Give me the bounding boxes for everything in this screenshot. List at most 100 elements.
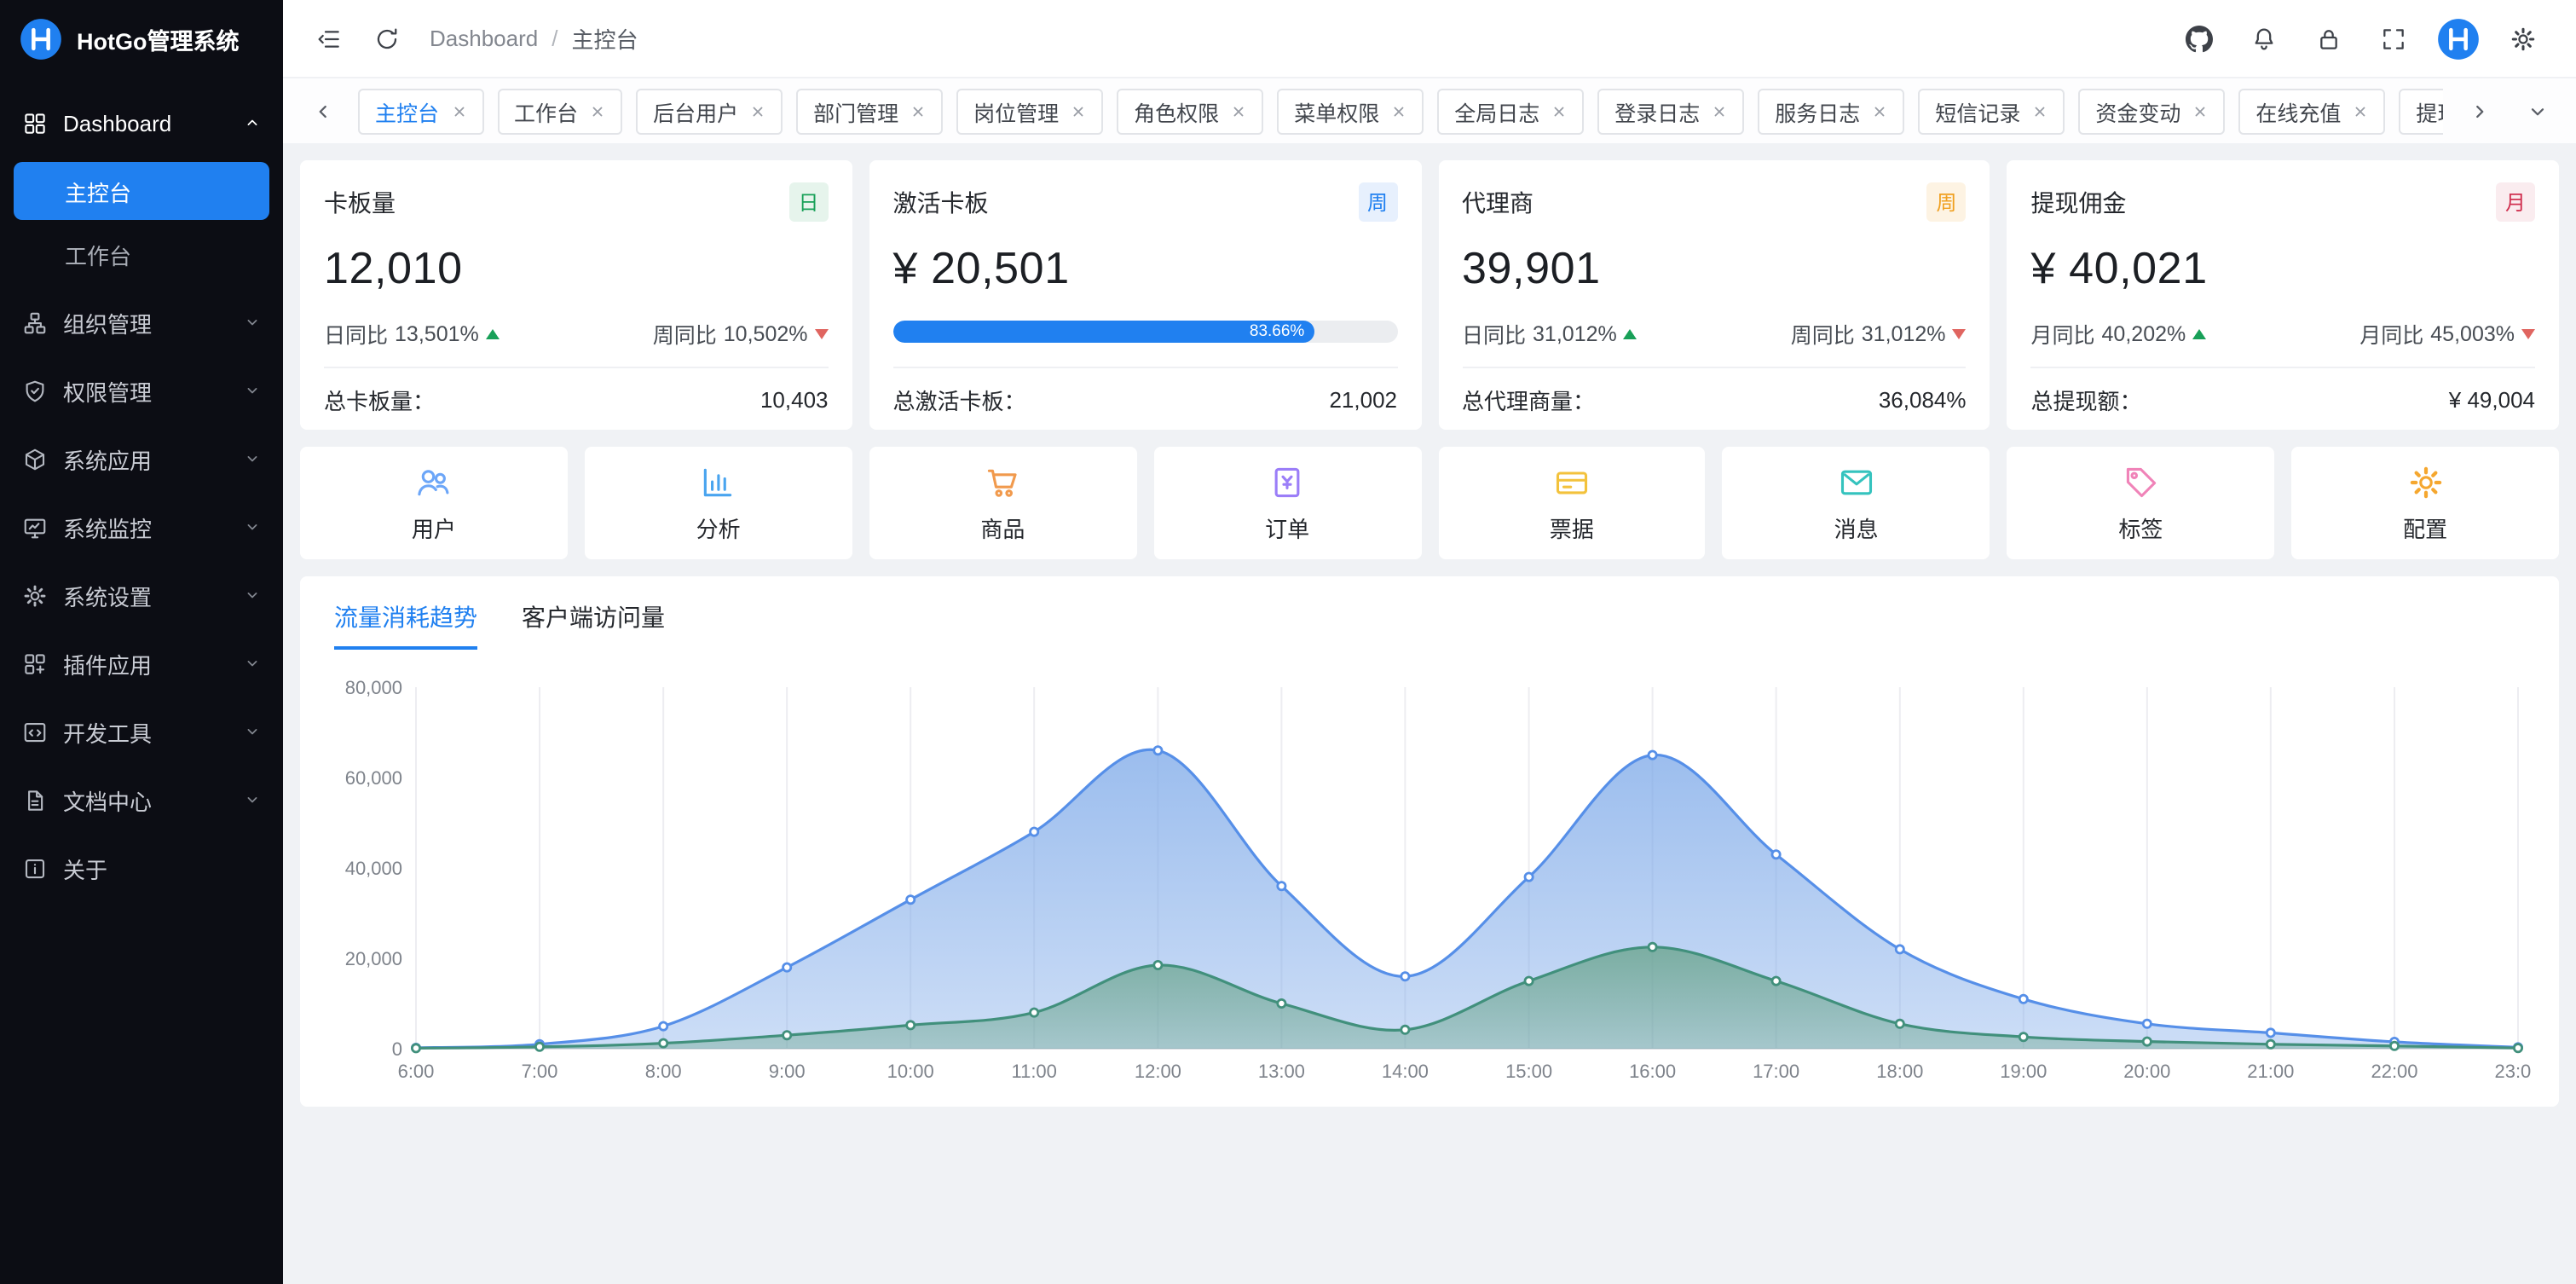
svg-text:20:00: 20:00 [2123, 1061, 2170, 1082]
tab-label: 部门管理 [813, 95, 898, 127]
tab-departments[interactable]: 部门管理 [796, 88, 943, 134]
trend-down-icon [815, 328, 829, 338]
tab-close-icon[interactable] [750, 103, 765, 119]
sidebar-item-system-settings[interactable]: 系统设置 [0, 561, 283, 629]
tab-label: 岗位管理 [973, 95, 1059, 127]
config-gear-icon [2406, 463, 2444, 500]
tab-roles[interactable]: 角色权限 [1117, 88, 1263, 134]
sidebar-item-plugins[interactable]: 插件应用 [0, 629, 283, 697]
svg-text:7:00: 7:00 [522, 1061, 558, 1082]
bell-icon[interactable] [2238, 13, 2290, 64]
refresh-icon[interactable] [361, 13, 413, 64]
quick-action-label: 分析 [696, 511, 741, 543]
tab-close-icon[interactable] [1712, 103, 1727, 119]
tab-menu-perms[interactable]: 菜单权限 [1277, 88, 1424, 134]
sidebar-subitem-workbench[interactable]: 工作台 [14, 225, 269, 283]
quick-action-config[interactable]: 配置 [2291, 447, 2559, 559]
tab-close-icon[interactable] [1872, 103, 1887, 119]
stat-metric: 月同比45,003% [2359, 317, 2535, 350]
tab-service-log[interactable]: 服务日志 [1758, 88, 1904, 134]
svg-text:23:00: 23:00 [2494, 1061, 2532, 1082]
github-icon[interactable] [2174, 13, 2225, 64]
tab-online-recharge[interactable]: 在线充值 [2238, 88, 2385, 134]
sidebar-subitem-label: 工作台 [65, 238, 131, 270]
metric-label: 周同比 [653, 317, 717, 350]
sidebar-item-about[interactable]: 关于 [0, 834, 283, 902]
menu-collapse-icon[interactable] [303, 13, 355, 64]
tab-login-log[interactable]: 登录日志 [1597, 88, 1744, 134]
lock-icon[interactable] [2303, 13, 2354, 64]
stat-footer-value: 36,084% [1879, 386, 1967, 412]
tab-sms-records[interactable]: 短信记录 [1918, 88, 2065, 134]
tab-admin-users[interactable]: 后台用户 [636, 88, 783, 134]
tab-fund-changes[interactable]: 资金变动 [2078, 88, 2225, 134]
tabs-menu-button[interactable] [2515, 89, 2559, 133]
sidebar: HotGo管理系统 Dashboard 主控台工作台组织管理权限管理系统应用系统监… [0, 0, 283, 1284]
tag-icon [2122, 463, 2159, 500]
chart-tab-client-visits[interactable]: 客户端访问量 [522, 600, 665, 650]
metric-label: 日同比 [324, 317, 388, 350]
plugin-icon [22, 651, 48, 676]
stat-card-title: 卡板量 [324, 185, 396, 219]
tab-close-icon[interactable] [590, 103, 605, 119]
tab-close-icon[interactable] [2032, 103, 2048, 119]
sidebar-item-system-monitor[interactable]: 系统监控 [0, 493, 283, 561]
tabs-scroll-right-button[interactable] [2457, 89, 2501, 133]
fullscreen-icon[interactable] [2368, 13, 2419, 64]
tab-posts[interactable]: 岗位管理 [956, 88, 1103, 134]
sidebar-item-docs[interactable]: 文档中心 [0, 766, 283, 834]
app-logo[interactable]: HotGo管理系统 [0, 0, 283, 78]
tab-close-icon[interactable] [1231, 103, 1246, 119]
order-icon [1268, 463, 1306, 500]
avatar[interactable] [2433, 13, 2484, 64]
tab-label: 主控台 [375, 95, 439, 127]
quick-action-goods[interactable]: 商品 [869, 447, 1137, 559]
stat-metric: 月同比40,202% [2031, 317, 2207, 350]
tab-close-icon[interactable] [451, 103, 466, 119]
tab-withdraw-mgmt[interactable]: 提现管理 [2399, 88, 2443, 134]
tab-close-icon[interactable] [2192, 103, 2208, 119]
tab-close-icon[interactable] [2353, 103, 2368, 119]
sidebar-subitem-console[interactable]: 主控台 [14, 162, 269, 220]
quick-action-orders[interactable]: 订单 [1153, 447, 1421, 559]
tab-workbench[interactable]: 工作台 [497, 88, 622, 134]
trend-up-icon [2192, 328, 2206, 338]
tab-close-icon[interactable] [1071, 103, 1086, 119]
svg-text:21:00: 21:00 [2247, 1061, 2294, 1082]
tab-close-icon[interactable] [1551, 103, 1567, 119]
sidebar-item-system-apps[interactable]: 系统应用 [0, 425, 283, 493]
sidebar-item-dashboard[interactable]: Dashboard [0, 89, 283, 157]
quick-action-tags[interactable]: 标签 [2007, 447, 2275, 559]
svg-text:19:00: 19:00 [2000, 1061, 2047, 1082]
stat-card-agents: 代理商周39,901日同比31,012%周同比31,012%总代理商量：36,0… [1438, 160, 1990, 430]
tabs-scroll-left-button[interactable] [300, 89, 344, 133]
chevron-down-icon [244, 314, 261, 331]
chevron-down-icon [244, 655, 261, 672]
tab-label: 后台用户 [653, 95, 738, 127]
sidebar-item-dev-tools[interactable]: 开发工具 [0, 697, 283, 766]
tab-console[interactable]: 主控台 [358, 88, 483, 134]
quick-action-users[interactable]: 用户 [300, 447, 568, 559]
header-left-icons [303, 13, 413, 64]
sidebar-item-permission[interactable]: 权限管理 [0, 356, 283, 425]
sidebar-item-organization[interactable]: 组织管理 [0, 288, 283, 356]
gear-icon [22, 582, 48, 608]
info-icon [22, 855, 48, 881]
quick-action-messages[interactable]: 消息 [1723, 447, 1990, 559]
tab-global-log[interactable]: 全局日志 [1437, 88, 1584, 134]
breadcrumb-item[interactable]: 主控台 [571, 22, 638, 55]
quick-action-tickets[interactable]: 票据 [1438, 447, 1706, 559]
quick-action-analysis[interactable]: 分析 [585, 447, 852, 559]
chart-tab-traffic-trend[interactable]: 流量消耗趋势 [334, 600, 477, 650]
chevron-down-icon [244, 723, 261, 740]
svg-text:14:00: 14:00 [1382, 1061, 1429, 1082]
quick-action-label: 票据 [1550, 511, 1594, 543]
svg-text:17:00: 17:00 [1753, 1061, 1799, 1082]
tab-close-icon[interactable] [1391, 103, 1406, 119]
breadcrumb-separator: / [552, 26, 557, 51]
chevron-down-icon [244, 450, 261, 467]
tab-close-icon[interactable] [910, 103, 926, 119]
breadcrumb-item[interactable]: Dashboard [430, 26, 538, 51]
settings-gear-icon[interactable] [2498, 13, 2549, 64]
sidebar-item-label: Dashboard [63, 110, 228, 136]
